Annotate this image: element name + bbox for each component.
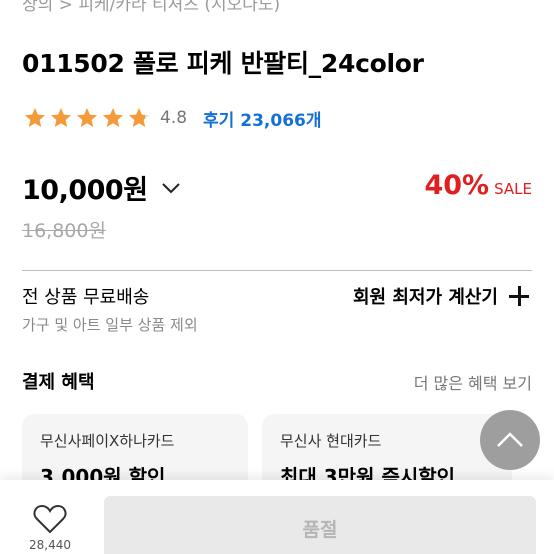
like-count: 28,440 <box>29 538 71 552</box>
shipping-title: 전 상품 무료배송 <box>22 287 150 308</box>
rating-row: 4.8 후기 23,066개 <box>22 104 322 132</box>
benefit-section-title: 결제 혜택 <box>22 372 95 393</box>
scroll-to-top-button[interactable] <box>480 410 540 470</box>
discount-rate: 40% <box>424 170 490 201</box>
rating-value: 4.8 <box>160 108 188 128</box>
plus-icon <box>508 285 530 307</box>
original-price: 16,800원 <box>22 220 106 242</box>
star-icon <box>100 106 126 130</box>
divider <box>22 270 532 271</box>
sale-label: SALE <box>494 180 532 198</box>
product-title: 011502 폴로 피케 반팔티_24color <box>22 49 424 78</box>
review-count-link[interactable]: 후기 23,066개 <box>203 106 321 131</box>
chevron-down-icon[interactable] <box>160 177 182 199</box>
star-icon <box>22 106 48 130</box>
sold-out-button[interactable]: 품절 <box>104 496 536 554</box>
calculator-label: 회원 최저가 계산기 <box>352 287 498 308</box>
more-benefits-link[interactable]: 더 많은 혜택 보기 <box>414 370 532 394</box>
like-button[interactable]: 28,440 <box>22 504 78 552</box>
heart-icon <box>33 504 67 534</box>
chevron-up-icon <box>497 432 523 447</box>
member-price-calculator-button[interactable]: 회원 최저가 계산기 <box>353 283 530 309</box>
rating-stars <box>22 106 152 130</box>
star-icon <box>74 106 100 130</box>
star-icon <box>48 106 74 130</box>
shipping-subtitle: 가구 및 아트 일부 상품 제외 <box>22 316 198 334</box>
card-name: 무신사페이X하나카드 <box>40 432 175 450</box>
card-name: 무신사 현대카드 <box>280 432 382 450</box>
bottom-action-bar: 28,440 품절 <box>0 480 554 554</box>
price-row: 10,000원 <box>22 168 182 207</box>
star-icon <box>126 106 152 130</box>
current-price: 10,000원 <box>22 175 148 206</box>
discount-badge: 40% SALE <box>424 170 532 201</box>
breadcrumb[interactable]: 상의 > 피케/카라 티셔츠 (시오나도) <box>22 0 280 15</box>
